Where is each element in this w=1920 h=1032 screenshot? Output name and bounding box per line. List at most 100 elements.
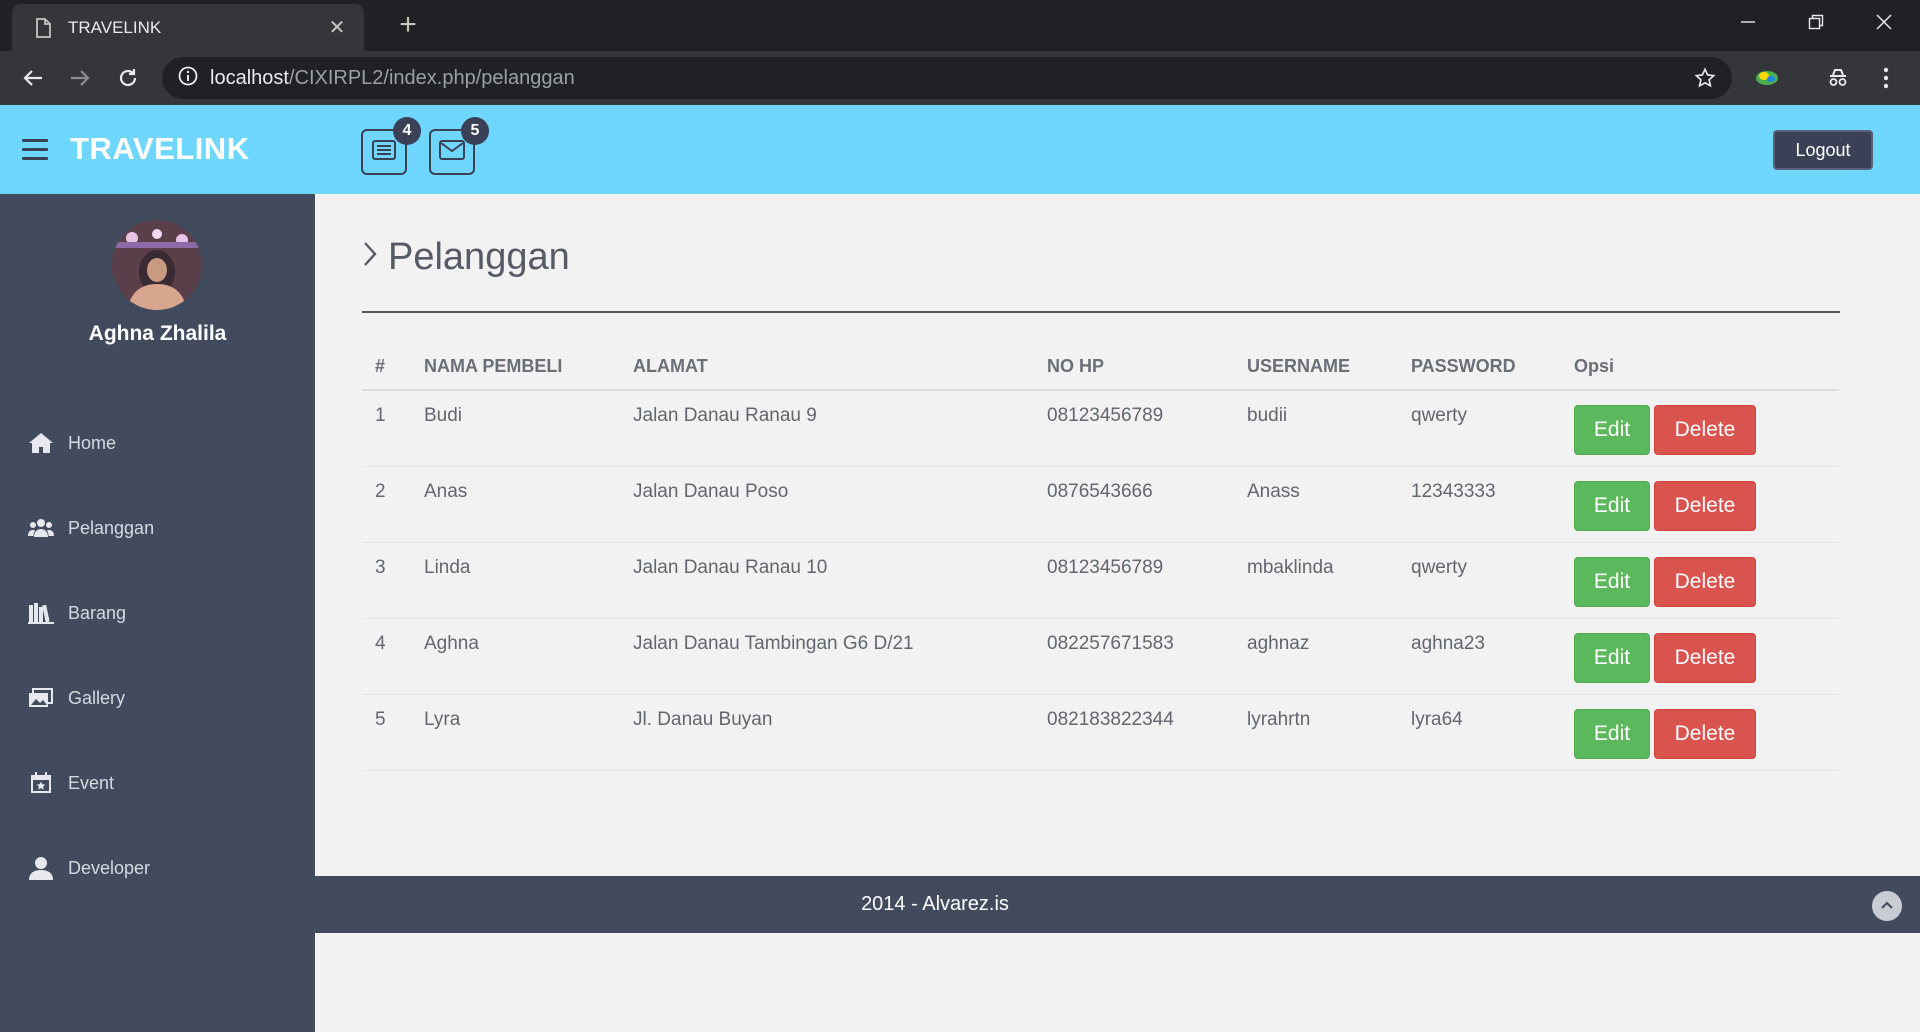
empty-area [315, 933, 1920, 1032]
sidebar-item-label: Pelanggan [68, 517, 155, 538]
books-icon [28, 600, 54, 626]
column-header-hp: NO HP [1034, 344, 1234, 391]
browser-tabstrip: TRAVELINK ✕ + [0, 0, 1920, 51]
edit-button[interactable]: Edit [1574, 480, 1650, 531]
delete-button[interactable]: Delete [1654, 708, 1756, 759]
users-icon [28, 515, 54, 541]
forward-icon[interactable] [63, 61, 97, 95]
tasks-icon [372, 139, 396, 165]
sidebar-item-label: Event [68, 772, 115, 793]
cell-opsi: Edit Delete [1561, 618, 1839, 695]
sidebar-item-label: Developer [68, 857, 151, 878]
logout-button[interactable]: Logout [1773, 130, 1873, 170]
cell-password: qwerty [1398, 542, 1561, 619]
table-row: 2 Anas Jalan Danau Poso 0876543666 Anass… [362, 466, 1839, 543]
cell-opsi: Edit Delete [1561, 542, 1839, 619]
document-icon [32, 17, 54, 39]
table-row: 1 Budi Jalan Danau Ranau 9 08123456789 b… [362, 390, 1839, 467]
sidebar-item-pelanggan[interactable]: Pelanggan [28, 508, 288, 548]
cell-nama: Anas [411, 466, 620, 543]
sidebar-item-event[interactable]: Event [28, 763, 288, 803]
user-name: Aghna Zhalila [88, 322, 227, 345]
cell-no: 2 [362, 466, 411, 543]
extension-icon[interactable] [1752, 63, 1782, 93]
cell-hp: 08123456789 [1034, 542, 1234, 619]
cell-alamat: Jalan Danau Ranau 10 [620, 542, 1034, 619]
cell-alamat: Jalan Danau Poso [620, 466, 1034, 543]
mail-button[interactable]: 5 [429, 117, 489, 175]
table-row: 3 Linda Jalan Danau Ranau 10 08123456789… [362, 542, 1839, 619]
cell-no: 4 [362, 618, 411, 695]
cell-password: lyra64 [1398, 694, 1561, 771]
edit-button[interactable]: Edit [1574, 405, 1650, 455]
menu-kebab-icon[interactable] [1871, 63, 1901, 93]
cell-hp: 08123456789 [1034, 390, 1234, 467]
edit-button[interactable]: Edit [1574, 708, 1650, 759]
scroll-top-button[interactable] [1872, 891, 1902, 921]
cell-username: lyrahrtn [1234, 694, 1398, 771]
column-header-nama: NAMA PEMBELI [411, 344, 620, 391]
cell-hp: 082257671583 [1034, 618, 1234, 695]
column-header-password: PASSWORD [1398, 344, 1561, 391]
edit-button[interactable]: Edit [1574, 556, 1650, 607]
cell-nama: Budi [411, 390, 620, 467]
gallery-icon [28, 685, 54, 711]
home-icon [28, 430, 54, 456]
chevron-right-icon [362, 238, 378, 277]
sidebar-item-barang[interactable]: Barang [28, 593, 288, 633]
cell-no: 1 [362, 390, 411, 467]
cell-username: aghnaz [1234, 618, 1398, 695]
cell-no: 5 [362, 694, 411, 771]
tab-close-icon[interactable]: ✕ [324, 15, 350, 40]
column-header-no: # [362, 344, 411, 391]
new-tab-icon[interactable]: + [392, 10, 424, 42]
calendar-icon [28, 770, 54, 796]
bookmark-star-icon[interactable] [1694, 67, 1716, 94]
footer: 2014 - Alvarez.is [315, 876, 1920, 933]
minimize-icon[interactable] [1714, 0, 1782, 44]
info-icon[interactable] [178, 66, 198, 91]
hamburger-menu-icon[interactable] [22, 139, 48, 161]
avatar [112, 220, 202, 310]
cell-hp: 082183822344 [1034, 694, 1234, 771]
cell-username: Anass [1234, 466, 1398, 543]
cell-nama: Aghna [411, 618, 620, 695]
sidebar-item-gallery[interactable]: Gallery [28, 678, 288, 718]
delete-button[interactable]: Delete [1654, 405, 1756, 455]
cell-nama: Lyra [411, 694, 620, 771]
tasks-button[interactable]: 4 [361, 117, 421, 175]
sidebar: Aghna Zhalila Home Pelanggan Barang Gall… [0, 194, 315, 1032]
sidebar-item-developer[interactable]: Developer [28, 848, 288, 888]
sidebar-item-home[interactable]: Home [28, 423, 288, 463]
cell-alamat: Jalan Danau Ranau 9 [620, 390, 1034, 467]
cell-password: qwerty [1398, 390, 1561, 467]
table-header-row: # NAMA PEMBELI ALAMAT NO HP USERNAME PAS… [362, 344, 1839, 391]
back-icon[interactable] [16, 61, 50, 95]
address-bar[interactable]: localhost/CIXIRPL2/index.php/pelanggan [162, 57, 1732, 99]
delete-button[interactable]: Delete [1654, 632, 1756, 683]
sidebar-item-label: Barang [68, 602, 127, 623]
brand-logo[interactable]: TRAVELINK [70, 131, 250, 167]
page-title: Pelanggan [362, 236, 570, 279]
tab-title: TRAVELINK [68, 17, 162, 37]
cell-username: mbaklinda [1234, 542, 1398, 619]
cell-opsi: Edit Delete [1561, 390, 1839, 467]
table-row: 4 Aghna Jalan Danau Tambingan G6 D/21 08… [362, 618, 1839, 695]
cell-no: 3 [362, 542, 411, 619]
cell-password: aghna23 [1398, 618, 1561, 695]
reload-icon[interactable] [111, 61, 145, 95]
column-header-opsi: Opsi [1561, 344, 1839, 391]
incognito-icon[interactable] [1823, 63, 1853, 93]
footer-text: 2014 - Alvarez.is [861, 893, 1009, 915]
browser-tab[interactable]: TRAVELINK ✕ [12, 4, 364, 51]
delete-button[interactable]: Delete [1654, 480, 1756, 531]
delete-button[interactable]: Delete [1654, 556, 1756, 607]
chevron-up-icon [1880, 897, 1894, 915]
restore-icon[interactable] [1782, 0, 1850, 44]
app-header: TRAVELINK 4 5 Logout [0, 105, 1920, 194]
table-row: 5 Lyra Jl. Danau Buyan 082183822344 lyra… [362, 694, 1839, 771]
cell-hp: 0876543666 [1034, 466, 1234, 543]
cell-password: 12343333 [1398, 466, 1561, 543]
edit-button[interactable]: Edit [1574, 632, 1650, 683]
window-close-icon[interactable] [1850, 0, 1918, 44]
